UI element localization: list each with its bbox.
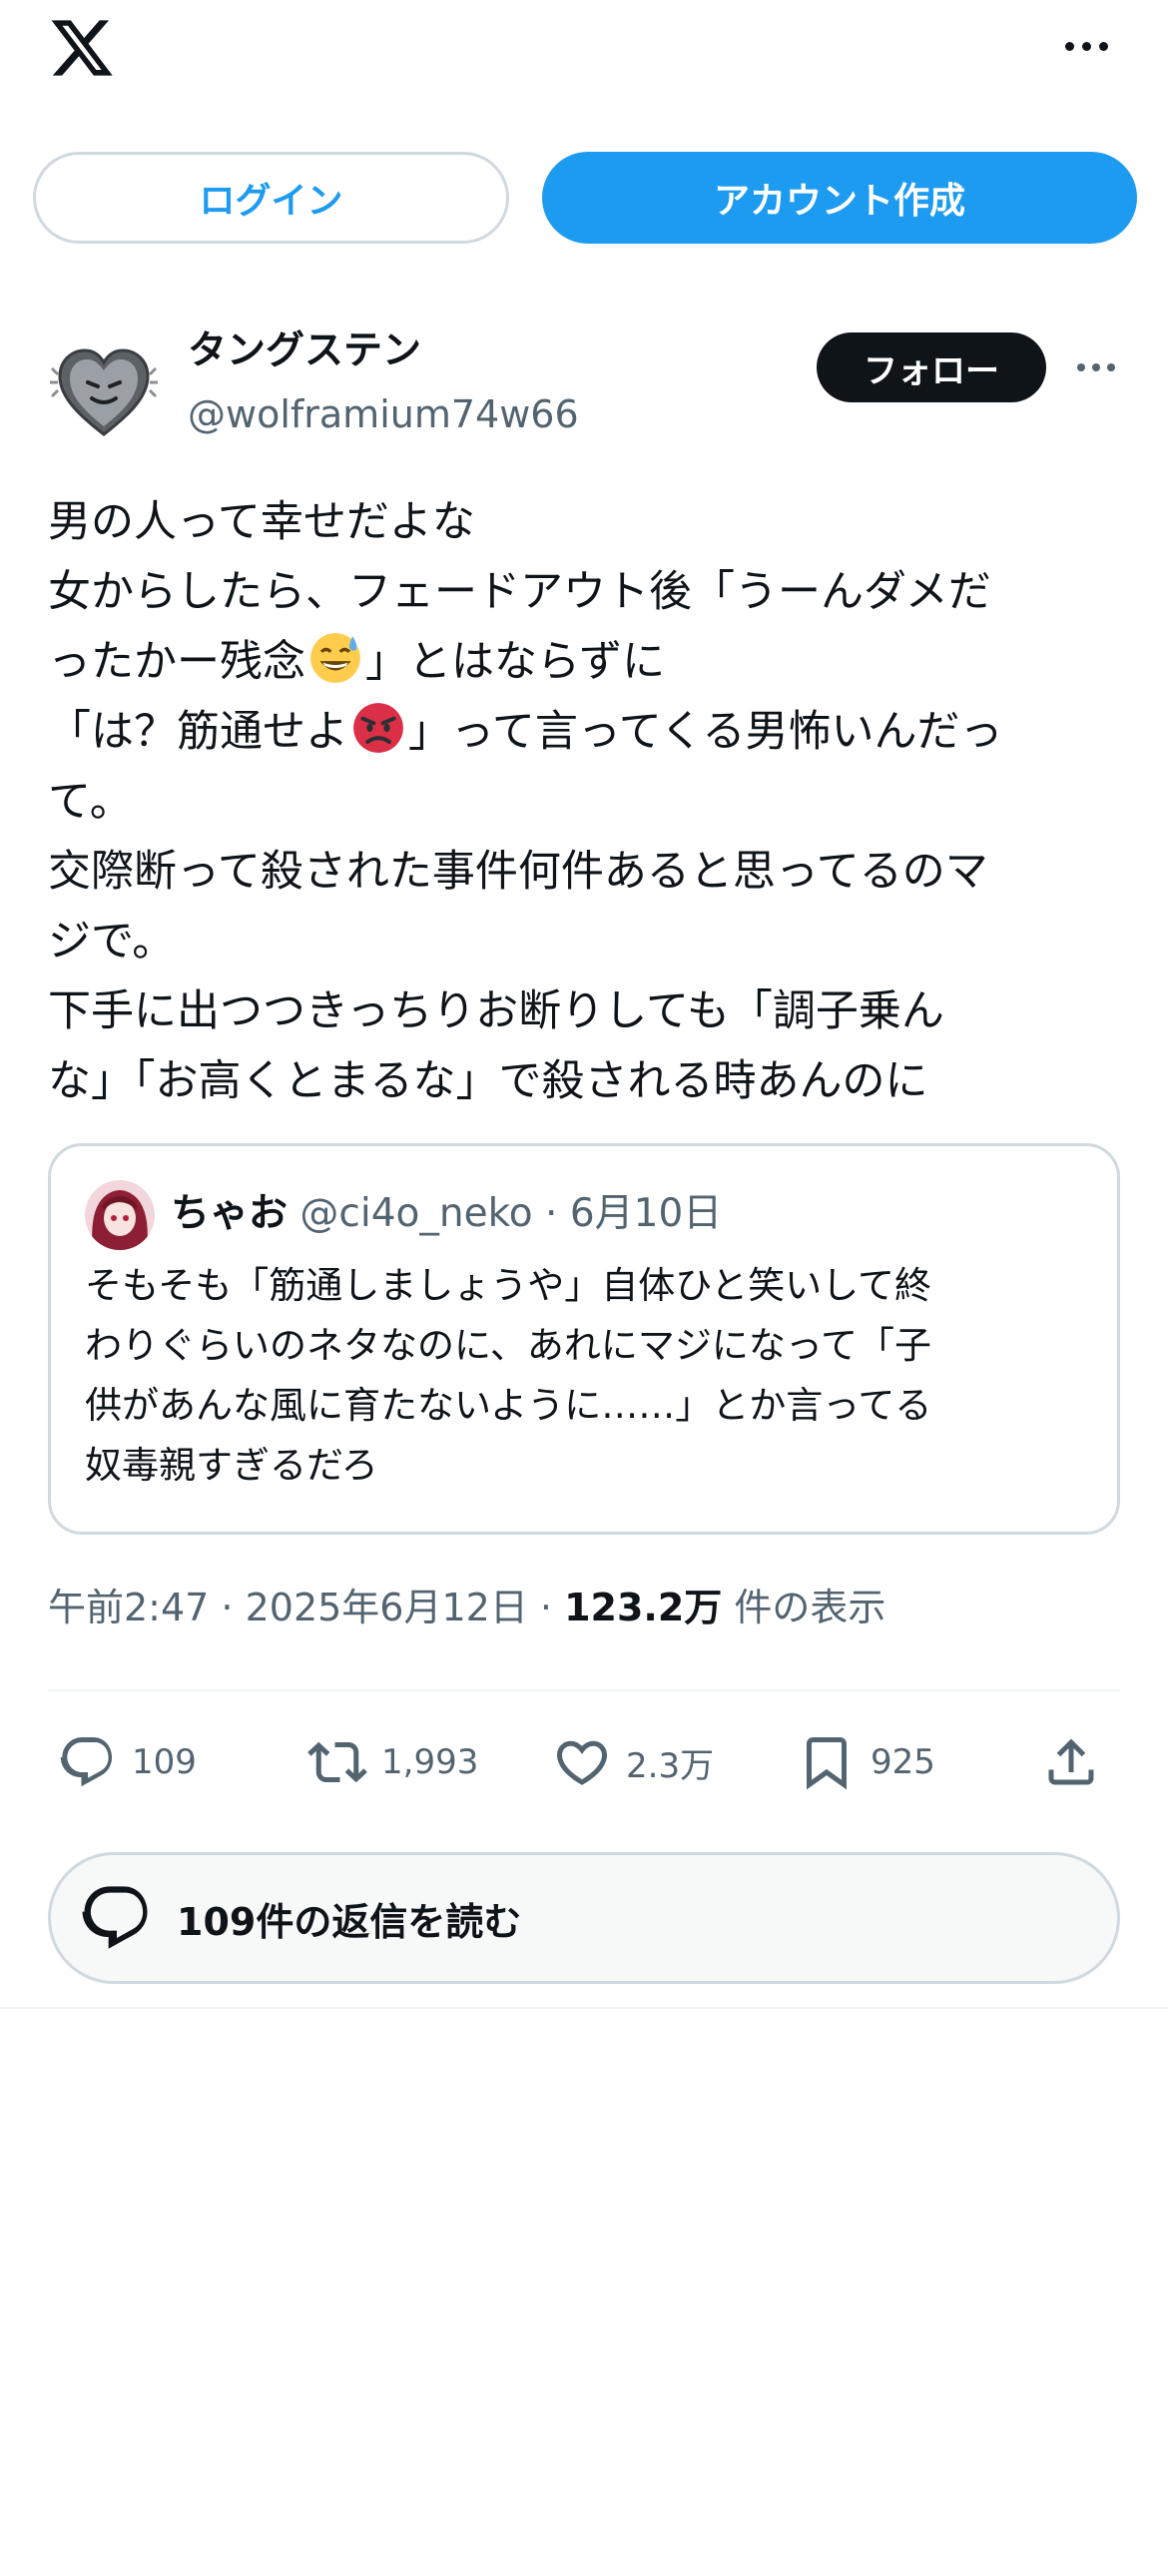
tweet-line-part: ったかー残念: [48, 637, 305, 687]
like-button[interactable]: 2.3万: [552, 1722, 714, 1802]
quote-author-avatar: [85, 1180, 155, 1250]
quoted-tweet[interactable]: ちゃお @ci4o_neko · 6月10日 そもそも「筋通しましょうや」自体ひ…: [48, 1143, 1120, 1535]
quote-author-name[interactable]: ちゃお: [171, 1191, 288, 1236]
tweet-date[interactable]: 2025年6月12日: [246, 1586, 528, 1629]
retweet-button[interactable]: 1,993: [307, 1722, 478, 1802]
action-bar: 109 1,993 2.3万 925: [48, 1722, 1120, 1802]
angry-face-emoji-icon: [353, 703, 403, 753]
quote-text: そもそも「筋通しましょうや」自体ひと笑いして終 わりぐらいのネタなのに、あれにマ…: [85, 1256, 1083, 1496]
bookmark-button[interactable]: 925: [797, 1722, 935, 1802]
tweet-text: 男の人って幸せだよな 女からしたら、フェードアウト後「うーんダメだ ったかー残念…: [48, 487, 1126, 1116]
author-avatar[interactable]: [48, 334, 160, 446]
tweet-line: な」「お高くとまるな」で殺される時あんのに: [48, 1056, 928, 1106]
read-replies-label: 109件の返信を読む: [177, 1899, 522, 1944]
read-replies-button[interactable]: 109件の返信を読む: [48, 1852, 1120, 1984]
share-icon: [1048, 1738, 1094, 1785]
quote-line: 供があんな風に育たないように……」とか言ってる: [85, 1384, 932, 1427]
view-count: 123.2万: [564, 1586, 723, 1629]
tweet-line-part: 」とはならずに: [365, 637, 666, 687]
grinning-sweat-emoji-icon: [310, 633, 360, 683]
top-bar: [0, 0, 1168, 130]
retweet-icon: [307, 1741, 367, 1783]
heart-icon: [556, 1740, 608, 1785]
quote-date[interactable]: 6月10日: [570, 1191, 722, 1236]
reply-icon: [60, 1737, 113, 1787]
tweet-time[interactable]: 午前2:47: [48, 1586, 209, 1629]
divider: [0, 2007, 1168, 2009]
meta-separator: ·: [209, 1586, 246, 1629]
tweet-line: 交際断って殺された事件何件あると思ってるのマ: [48, 847, 988, 897]
quote-author-handle[interactable]: @ci4o_neko: [299, 1191, 532, 1236]
author-name[interactable]: タングステン: [188, 325, 421, 377]
bookmark-count: 925: [871, 1742, 935, 1782]
tweet-line: て。: [48, 777, 133, 827]
bookmark-icon: [807, 1737, 847, 1790]
quote-header: ちゃお @ci4o_neko · 6月10日: [171, 1184, 722, 1244]
more-options-icon[interactable]: [1058, 22, 1114, 70]
author-handle[interactable]: @wolframium74w66: [188, 389, 579, 439]
quote-line: 奴毒親すぎるだろ: [85, 1444, 378, 1487]
divider: [48, 1689, 1120, 1691]
tweet-line: ジで。: [48, 917, 176, 966]
tweet-line: 男の人って幸せだよな: [48, 497, 475, 547]
like-count: 2.3万: [626, 1745, 715, 1786]
meta-separator: ·: [527, 1586, 565, 1629]
reply-bubble-icon: [82, 1886, 148, 1949]
tweet-more-icon[interactable]: [1068, 347, 1124, 387]
share-button[interactable]: [1041, 1722, 1101, 1802]
login-button[interactable]: ログイン: [33, 152, 509, 244]
x-logo-icon[interactable]: [48, 14, 116, 82]
tweet-line: 女からしたら、フェードアウト後「うーんダメだ: [48, 567, 991, 617]
retweet-count: 1,993: [381, 1742, 479, 1782]
reply-count: 109: [132, 1742, 197, 1782]
create-account-button[interactable]: アカウント作成: [542, 152, 1137, 244]
follow-button[interactable]: フォロー: [817, 332, 1046, 402]
tweet-line-part: 「は？筋通せよ: [48, 707, 348, 757]
reply-button[interactable]: 109: [58, 1722, 197, 1802]
tweet-line: ったかー残念 」とはならずに: [48, 627, 1126, 697]
quote-line: そもそも「筋通しましょうや」自体ひと笑いして終: [85, 1264, 932, 1307]
tweet-line: 下手に出つつきっちりお断りしても「調子乗ん: [48, 986, 944, 1036]
quote-line: わりぐらいのネタなのに、あれにマジになって「子: [85, 1324, 932, 1367]
view-count-label: 件の表示: [734, 1586, 886, 1629]
tweet-line-part: 」って言ってくる男怖いんだっ: [408, 707, 1003, 757]
tweet-meta: 午前2:47 · 2025年6月12日 · 123.2万 件の表示: [48, 1578, 885, 1637]
quote-separator: ·: [532, 1191, 570, 1236]
tweet-line: 「は？筋通せよ 」って言ってくる男怖いんだっ: [48, 697, 1126, 767]
